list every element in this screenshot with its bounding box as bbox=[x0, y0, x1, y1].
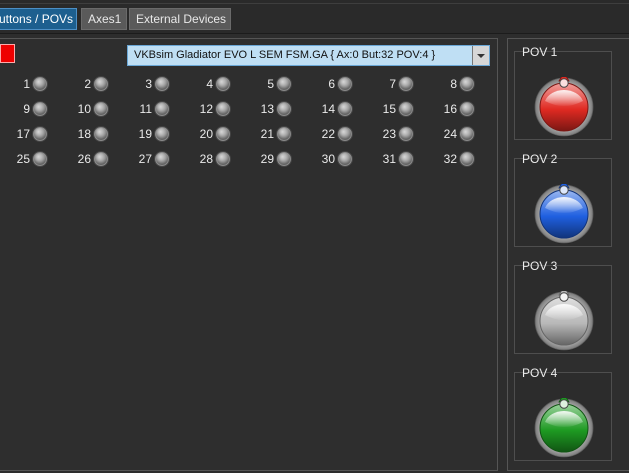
device-select[interactable]: VKBsim Gladiator EVO L SEM FSM.GA { Ax:0… bbox=[127, 45, 490, 66]
button-11-label: 11 bbox=[139, 102, 152, 116]
pov-2-box: POV 2 bbox=[514, 152, 612, 247]
button-32-label: 32 bbox=[443, 152, 457, 166]
pov-4-label: POV 4 bbox=[522, 366, 558, 380]
button-28-indicator[interactable] bbox=[216, 152, 230, 166]
tab-buttons-povs[interactable]: uttons / POVs bbox=[0, 8, 77, 30]
button-24-label: 24 bbox=[443, 127, 457, 141]
button-7-label: 7 bbox=[389, 77, 396, 91]
button-25-label: 25 bbox=[16, 152, 30, 166]
pov-3-label: POV 3 bbox=[522, 259, 558, 273]
button-23-label: 23 bbox=[382, 127, 396, 141]
pov-3-hat-icon bbox=[532, 286, 596, 351]
button-5-label: 5 bbox=[267, 77, 274, 91]
button-19-indicator[interactable] bbox=[155, 127, 169, 141]
button-20-indicator[interactable] bbox=[216, 127, 230, 141]
button-16-label: 16 bbox=[443, 102, 457, 116]
button-9-indicator[interactable] bbox=[33, 102, 47, 116]
button-20-label: 20 bbox=[199, 127, 213, 141]
button-8-label: 8 bbox=[450, 77, 457, 91]
pov-1-label: POV 1 bbox=[522, 45, 558, 59]
button-24-indicator[interactable] bbox=[460, 127, 474, 141]
button-18-indicator[interactable] bbox=[94, 127, 108, 141]
button-10-label: 10 bbox=[77, 102, 91, 116]
button-13-indicator[interactable] bbox=[277, 102, 291, 116]
button-10-indicator[interactable] bbox=[94, 102, 108, 116]
pov-4-box: POV 4 bbox=[514, 366, 612, 461]
button-5-indicator[interactable] bbox=[277, 77, 291, 91]
button-26-label: 26 bbox=[77, 152, 91, 166]
button-14-label: 14 bbox=[321, 102, 335, 116]
button-4-indicator[interactable] bbox=[216, 77, 230, 91]
tab-axes1[interactable]: Axes1 bbox=[81, 8, 127, 30]
button-26-indicator[interactable] bbox=[94, 152, 108, 166]
tab-bar: uttons / POVs Axes1 External Devices bbox=[0, 0, 629, 34]
button-32-indicator[interactable] bbox=[460, 152, 474, 166]
button-23-indicator[interactable] bbox=[399, 127, 413, 141]
button-9-label: 9 bbox=[23, 102, 30, 116]
pov-1-box: POV 1 bbox=[514, 45, 612, 140]
button-21-label: 21 bbox=[260, 127, 274, 141]
button-11-indicator[interactable] bbox=[155, 102, 169, 116]
tab-bar-top-line bbox=[0, 3, 629, 4]
button-31-label: 31 bbox=[382, 152, 396, 166]
button-30-label: 30 bbox=[321, 152, 335, 166]
button-2-indicator[interactable] bbox=[94, 77, 108, 91]
button-27-label: 27 bbox=[138, 152, 152, 166]
pov-3-box: POV 3 bbox=[514, 259, 612, 354]
pov-4-hat-icon bbox=[532, 393, 596, 458]
button-22-label: 22 bbox=[321, 127, 335, 141]
button-12-label: 12 bbox=[199, 102, 213, 116]
button-31-indicator[interactable] bbox=[399, 152, 413, 166]
button-4-label: 4 bbox=[206, 77, 213, 91]
button-6-label: 6 bbox=[328, 77, 335, 91]
button-21-indicator[interactable] bbox=[277, 127, 291, 141]
device-select-value: VKBsim Gladiator EVO L SEM FSM.GA { Ax:0… bbox=[134, 49, 436, 61]
button-25-indicator[interactable] bbox=[33, 152, 47, 166]
button-8-indicator[interactable] bbox=[460, 77, 474, 91]
button-30-indicator[interactable] bbox=[338, 152, 352, 166]
chevron-down-icon[interactable] bbox=[472, 46, 489, 65]
button-3-indicator[interactable] bbox=[155, 77, 169, 91]
pov-1-hat-icon bbox=[532, 72, 596, 137]
button-28-label: 28 bbox=[199, 152, 213, 166]
button-1-indicator[interactable] bbox=[33, 77, 47, 91]
button-29-indicator[interactable] bbox=[277, 152, 291, 166]
button-2-label: 2 bbox=[84, 77, 91, 91]
button-29-label: 29 bbox=[260, 152, 274, 166]
button-15-indicator[interactable] bbox=[399, 102, 413, 116]
button-15-label: 15 bbox=[382, 102, 396, 116]
button-17-indicator[interactable] bbox=[33, 127, 47, 141]
button-27-indicator[interactable] bbox=[155, 152, 169, 166]
tab-external-devices[interactable]: External Devices bbox=[129, 8, 231, 30]
pov-2-label: POV 2 bbox=[522, 152, 558, 166]
button-17-label: 17 bbox=[16, 127, 30, 141]
button-7-indicator[interactable] bbox=[399, 77, 413, 91]
button-18-label: 18 bbox=[77, 127, 91, 141]
button-6-indicator[interactable] bbox=[338, 77, 352, 91]
pov-2-hat-icon bbox=[532, 179, 596, 244]
button-3-label: 3 bbox=[145, 77, 152, 91]
button-22-indicator[interactable] bbox=[338, 127, 352, 141]
button-12-indicator[interactable] bbox=[216, 102, 230, 116]
button-13-label: 13 bbox=[260, 102, 274, 116]
device-status-indicator bbox=[0, 44, 15, 63]
button-1-label: 1 bbox=[23, 77, 30, 91]
button-19-label: 19 bbox=[138, 127, 152, 141]
button-16-indicator[interactable] bbox=[460, 102, 474, 116]
button-14-indicator[interactable] bbox=[338, 102, 352, 116]
